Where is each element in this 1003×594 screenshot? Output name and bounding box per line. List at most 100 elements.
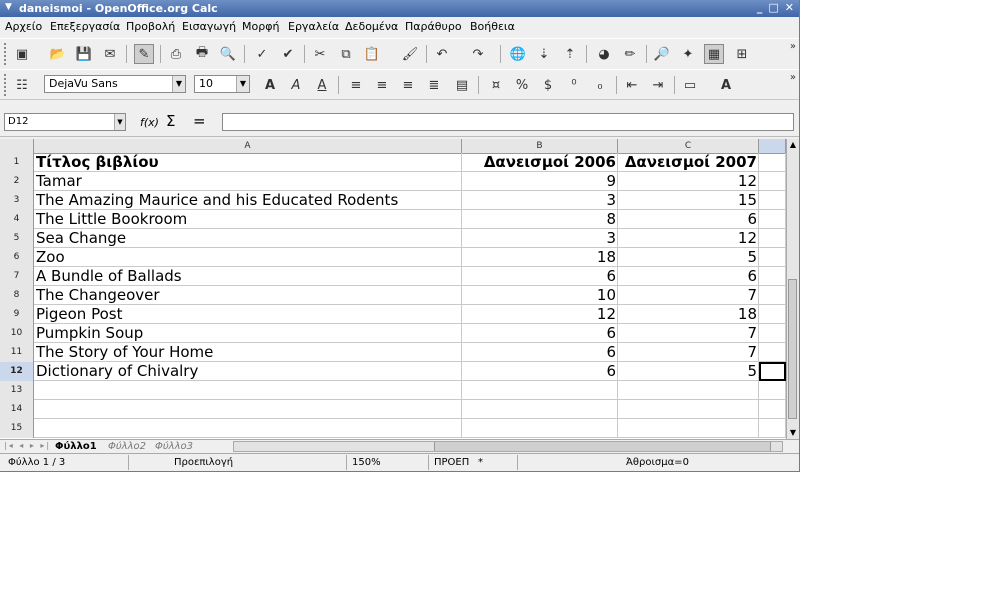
font-size-combo[interactable]: 10 ▼ <box>194 75 250 93</box>
cell-d1[interactable] <box>759 153 786 172</box>
cell-title[interactable]: A Bundle of Ballads <box>34 267 462 286</box>
cell-empty[interactable] <box>759 419 786 438</box>
align-right-icon[interactable]: ≡ <box>398 75 418 95</box>
row-header[interactable]: 13 <box>0 381 34 400</box>
cell-empty[interactable] <box>34 419 462 438</box>
merge-cells-icon[interactable]: ▤ <box>452 75 472 95</box>
cell-2007[interactable]: 5 <box>618 362 759 381</box>
email-icon[interactable]: ✉ <box>100 44 120 64</box>
chevron-down-icon[interactable]: ▼ <box>172 76 185 92</box>
copy-icon[interactable]: ⧉ <box>336 44 356 64</box>
menu-file[interactable]: Αρχείο <box>5 20 42 33</box>
new-document-icon[interactable]: ▣ <box>12 44 32 64</box>
cell-empty[interactable] <box>759 381 786 400</box>
cell-2007[interactable]: 7 <box>618 343 759 362</box>
horizontal-scroll-thumb[interactable] <box>434 442 771 451</box>
save-icon[interactable]: 💾 <box>74 44 94 64</box>
cell-2006[interactable]: 6 <box>462 267 618 286</box>
open-folder-icon[interactable]: 📂 <box>48 44 68 64</box>
sort-descending-icon[interactable]: ⇡ <box>560 44 580 64</box>
cell-title[interactable]: Zoo <box>34 248 462 267</box>
bold-icon[interactable]: A <box>260 75 280 95</box>
chart-icon[interactable]: ◕ <box>594 44 614 64</box>
cell-2007[interactable]: 12 <box>618 172 759 191</box>
cell-2007[interactable]: 6 <box>618 267 759 286</box>
cell-empty[interactable] <box>618 381 759 400</box>
undo-icon[interactable]: ↶ <box>432 44 452 64</box>
sheet-tab-3[interactable]: Φύλλο3 <box>155 440 193 453</box>
scroll-up-icon[interactable]: ▲ <box>787 139 799 151</box>
cell-title[interactable]: Pigeon Post <box>34 305 462 324</box>
cell-2006[interactable]: 3 <box>462 229 618 248</box>
cell-empty[interactable] <box>34 400 462 419</box>
toolbar-overflow-icon[interactable]: » <box>790 72 796 83</box>
cell-2006[interactable]: 8 <box>462 210 618 229</box>
cell-d[interactable] <box>759 305 786 324</box>
row-header-active[interactable]: 12 <box>0 362 34 381</box>
row-header[interactable]: 15 <box>0 419 34 438</box>
font-color-icon[interactable]: A <box>716 75 736 95</box>
row-header[interactable]: 6 <box>0 248 34 267</box>
menu-format[interactable]: Μορφή <box>242 20 279 33</box>
insert-mode[interactable]: ΠΡΟΕΠ <box>434 457 469 468</box>
row-header[interactable]: 4 <box>0 210 34 229</box>
menu-tools[interactable]: Εργαλεία <box>288 20 339 33</box>
cell-2006[interactable]: 18 <box>462 248 618 267</box>
export-pdf-icon[interactable]: ⎙ <box>166 44 186 64</box>
sheet-tab-2[interactable]: Φύλλο2 <box>108 440 146 453</box>
row-header[interactable]: 3 <box>0 191 34 210</box>
row-header[interactable]: 2 <box>0 172 34 191</box>
row-header[interactable]: 9 <box>0 305 34 324</box>
cell-d[interactable] <box>759 343 786 362</box>
cell-d[interactable] <box>759 286 786 305</box>
cell-2006[interactable]: 3 <box>462 191 618 210</box>
cell-d[interactable] <box>759 267 786 286</box>
print-preview-icon[interactable]: 🔍 <box>218 44 238 64</box>
cell-empty[interactable] <box>462 419 618 438</box>
close-icon[interactable]: ✕ <box>785 1 794 14</box>
hyperlink-icon[interactable]: 🌐 <box>508 44 528 64</box>
function-wizard-icon[interactable]: f(x) <box>140 116 159 129</box>
chevron-down-icon[interactable]: ▼ <box>114 114 125 130</box>
horizontal-scrollbar[interactable] <box>233 441 783 452</box>
menu-data[interactable]: Δεδομένα <box>345 20 398 33</box>
cell-d[interactable] <box>759 172 786 191</box>
cell-empty[interactable] <box>618 419 759 438</box>
row-header[interactable]: 7 <box>0 267 34 286</box>
row-header[interactable]: 14 <box>0 400 34 419</box>
cell-2007[interactable]: 7 <box>618 286 759 305</box>
cell-2006[interactable]: 12 <box>462 305 618 324</box>
autospellcheck-icon[interactable]: ✔ <box>278 44 298 64</box>
delete-decimal-icon[interactable]: ₀ <box>590 75 610 95</box>
cell-2007[interactable]: 5 <box>618 248 759 267</box>
increase-indent-icon[interactable]: ⇥ <box>648 75 668 95</box>
scroll-down-icon[interactable]: ▼ <box>787 427 799 439</box>
chevron-down-icon[interactable]: ▼ <box>236 76 249 92</box>
cell-title[interactable]: Dictionary of Chivalry <box>34 362 462 381</box>
menu-insert[interactable]: Εισαγωγή <box>182 20 236 33</box>
menu-window[interactable]: Παράθυρο <box>405 20 462 33</box>
menu-view[interactable]: Προβολή <box>126 20 175 33</box>
cell-2007[interactable]: 6 <box>618 210 759 229</box>
cell-2006[interactable]: 6 <box>462 324 618 343</box>
cell-title[interactable]: The Story of Your Home <box>34 343 462 362</box>
select-all-corner[interactable] <box>0 139 34 153</box>
data-sources-icon[interactable]: ⊞ <box>732 44 752 64</box>
show-draw-functions-icon[interactable]: ✏ <box>620 44 640 64</box>
cell-a1[interactable]: Τίτλος βιβλίου <box>34 153 462 172</box>
cell-title[interactable]: Tamar <box>34 172 462 191</box>
toolbar-grip[interactable] <box>4 43 9 65</box>
column-header-c[interactable]: C <box>618 139 759 153</box>
toolbar-grip[interactable] <box>4 74 9 96</box>
cell-2007[interactable]: 12 <box>618 229 759 248</box>
cell-title[interactable]: The Changeover <box>34 286 462 305</box>
decrease-indent-icon[interactable]: ⇤ <box>622 75 642 95</box>
cut-icon[interactable]: ✂ <box>310 44 330 64</box>
cell-d[interactable] <box>759 324 786 343</box>
row-header[interactable]: 1 <box>0 153 34 172</box>
cell-empty[interactable] <box>462 381 618 400</box>
cell-2006[interactable]: 10 <box>462 286 618 305</box>
cell-d[interactable] <box>759 210 786 229</box>
paste-icon[interactable]: 📋 <box>362 44 382 64</box>
name-box[interactable]: D12 ▼ <box>4 113 126 131</box>
